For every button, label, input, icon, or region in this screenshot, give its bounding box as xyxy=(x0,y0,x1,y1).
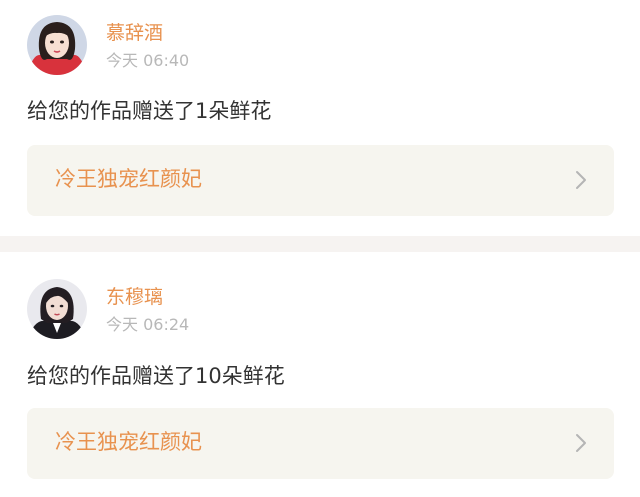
work-link[interactable]: 冷王独宠红颜妃 xyxy=(27,145,614,216)
user-avatar[interactable] xyxy=(27,279,87,339)
gift-message: 给您的作品赠送了1朵鲜花 xyxy=(27,99,272,123)
user-name[interactable]: 慕辞酒 xyxy=(106,24,163,43)
work-link[interactable]: 冷王独宠红颜妃 xyxy=(27,408,614,479)
work-title: 冷王独宠红颜妃 xyxy=(55,167,202,191)
chevron-right-icon xyxy=(576,171,586,189)
user-name[interactable]: 东穆璃 xyxy=(106,288,163,307)
gift-notification-card: 慕辞酒 今天 06:40 给您的作品赠送了1朵鲜花 冷王独宠红颜妃 xyxy=(0,0,640,236)
user-avatar[interactable] xyxy=(27,15,87,75)
avatar-girl-icon xyxy=(27,15,87,75)
timestamp: 今天 06:24 xyxy=(106,315,190,334)
timestamp: 今天 06:40 xyxy=(106,51,190,70)
section-divider xyxy=(0,236,640,252)
gift-notification-card: 东穆璃 今天 06:24 给您的作品赠送了10朵鲜花 冷王独宠红颜妃 xyxy=(0,252,640,497)
avatar-girl-icon xyxy=(27,279,87,339)
work-title: 冷王独宠红颜妃 xyxy=(55,430,202,454)
gift-message: 给您的作品赠送了10朵鲜花 xyxy=(27,364,285,388)
chevron-right-icon xyxy=(576,434,586,452)
